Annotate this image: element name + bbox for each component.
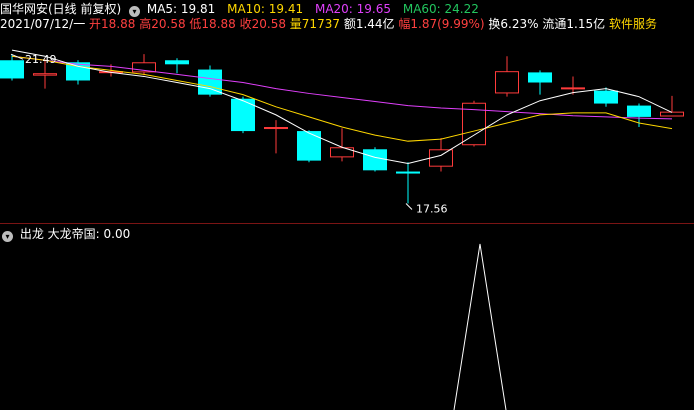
candle-body <box>495 71 519 94</box>
candle-body <box>297 131 321 161</box>
candle-body <box>528 72 552 83</box>
candle-body <box>165 60 189 65</box>
low-pointer <box>405 203 413 210</box>
candle-body <box>330 147 354 158</box>
candle-body <box>264 127 288 130</box>
candle-body <box>627 105 651 117</box>
low-price-label: 17.56 <box>416 203 448 216</box>
candle-body <box>363 149 387 171</box>
candle-body <box>231 98 255 132</box>
indicator-spike <box>453 243 507 410</box>
high-price-label: 21.49 <box>25 53 57 66</box>
candle-body <box>660 111 684 117</box>
candle-body <box>561 87 585 90</box>
kline-chart[interactable]: 21.49 17.56 <box>0 0 694 410</box>
candle-body <box>0 60 24 79</box>
candle-body <box>429 149 453 167</box>
candle-body <box>594 90 618 104</box>
candle-body <box>198 69 222 95</box>
candle-body <box>396 171 420 174</box>
candle-body <box>33 73 57 76</box>
